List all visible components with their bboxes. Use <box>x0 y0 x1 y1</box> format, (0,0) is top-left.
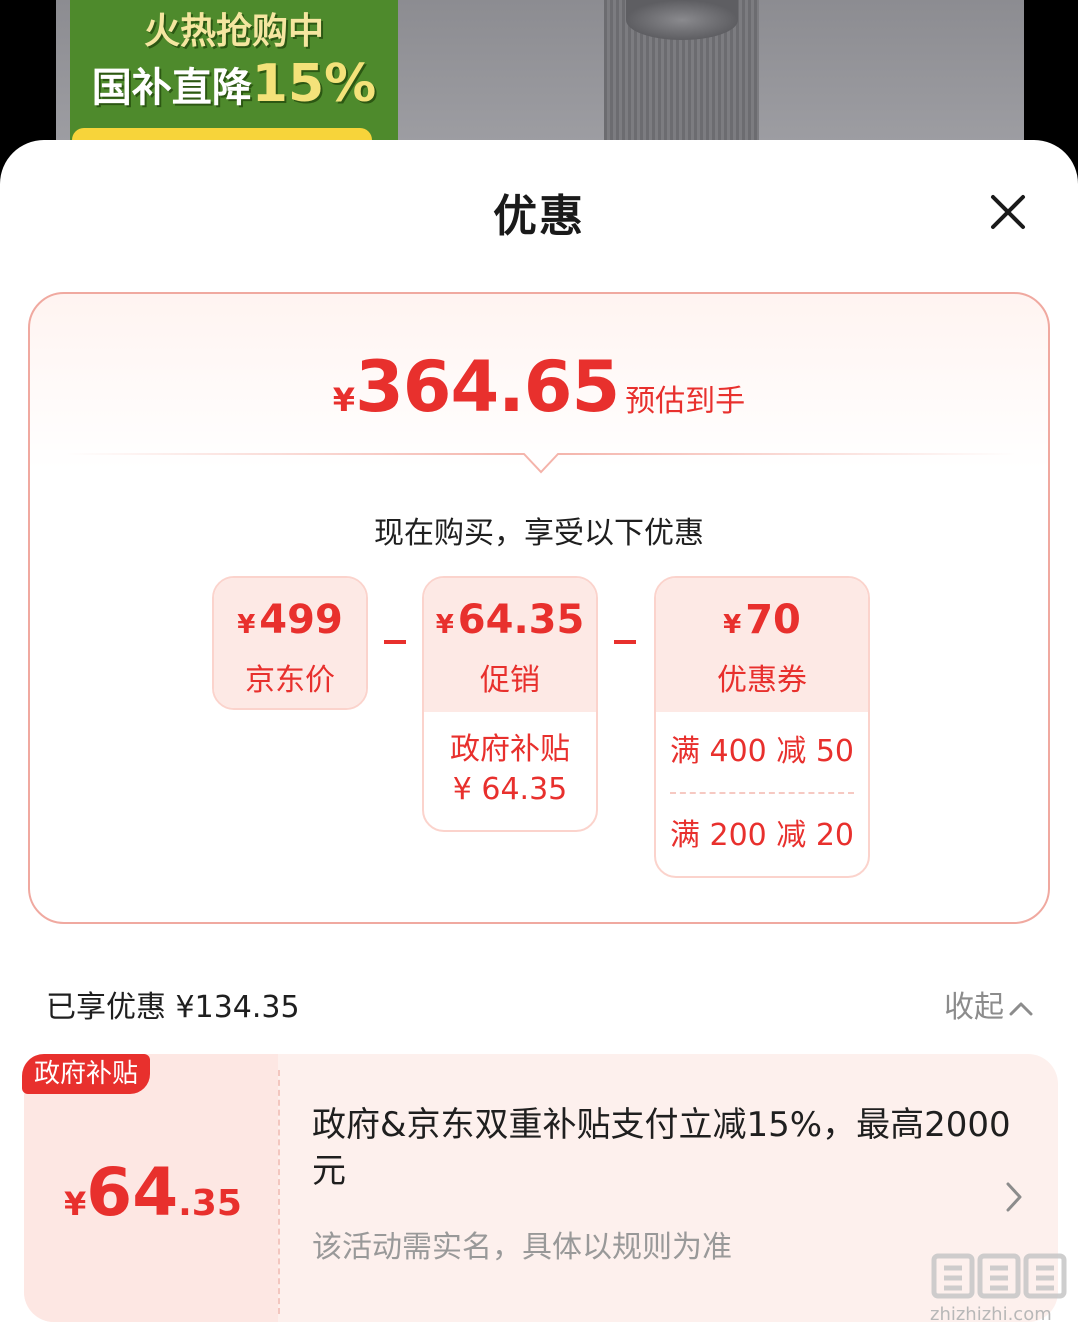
chevron-up-icon[interactable] <box>1008 1000 1034 1018</box>
promotion-label: 促销 <box>480 663 540 698</box>
sheet-title: 优惠 <box>493 191 585 242</box>
coupon-rule: 满 400 减 50 <box>669 734 855 769</box>
close-icon[interactable] <box>984 188 1032 236</box>
breakdown-subtitle: 现在购买，享受以下优惠 <box>374 516 704 551</box>
price-summary-card: ¥364.65 预估到手 现在购买，享受以下优惠 ¥499 京东价 ¥ 64.3… <box>28 292 1050 924</box>
product-image-top <box>626 0 738 40</box>
saved-total: 已享优惠 ¥134.35 <box>46 990 300 1025</box>
coupon-divider <box>670 792 854 794</box>
dashed-separator <box>278 1070 280 1314</box>
subsidy-description: 政府&京东双重补贴支付立减15%，最高2000元 <box>312 1105 1011 1191</box>
promotion-tile: ¥64.35 促销 政府补贴 ¥ 64.35 <box>422 576 598 832</box>
discount-sheet: 优惠 ¥364.65 预估到手 现在购买，享受以下优惠 ¥499 京东价 ¥ 6… <box>0 140 1078 1335</box>
watermark-logo <box>931 1253 1067 1299</box>
estimated-label: 预估到手 <box>625 384 746 419</box>
close-button[interactable] <box>984 188 1032 236</box>
minus-sign <box>384 640 406 644</box>
minus-sign <box>614 640 636 644</box>
coupon-tile: ¥70 优惠券 满 400 减 50 满 200 减 20 <box>654 576 870 878</box>
promo-line-1: 火热抢购中 <box>143 11 324 52</box>
subsidy-badge: 政府补贴 <box>22 1054 151 1094</box>
jd-price-tile: ¥499 京东价 <box>212 576 368 710</box>
chevron-right-icon[interactable] <box>1004 1180 1024 1214</box>
promo-line-2: 国补直降15% <box>91 54 377 114</box>
collapse-label[interactable]: 收起 <box>944 990 1004 1025</box>
estimated-amount: 364.65 <box>355 346 620 428</box>
jd-price-label: 京东价 <box>245 663 335 698</box>
jd-price-amount: 499 <box>259 597 343 643</box>
subsidy-card[interactable]: 政府补贴 ¥64.35 政府&京东双重补贴支付立减15%，最高2000元 该活动… <box>22 1054 1058 1322</box>
subsidy-amount: ¥64.35 <box>64 1154 242 1231</box>
estimated-price: ¥364.65 预估到手 <box>30 346 1048 428</box>
promotion-amount: 64.35 <box>457 597 585 643</box>
coupon-amount: 70 <box>745 597 801 643</box>
collapse-button[interactable]: 收起 <box>944 982 1034 1026</box>
coupon-label: 优惠券 <box>717 663 807 698</box>
watermark-text: zhizhizhi.com <box>930 1304 1052 1325</box>
coupon-rule: 满 200 减 20 <box>669 818 855 853</box>
gov-subsidy-detail: 政府补贴 <box>450 732 570 767</box>
gov-subsidy-amount: ¥ 64.35 <box>452 772 568 807</box>
pointer-divider <box>66 453 1016 474</box>
subsidy-note: 该活动需实名，具体以规则为准 <box>312 1230 732 1265</box>
currency-symbol: ¥ <box>332 381 356 419</box>
